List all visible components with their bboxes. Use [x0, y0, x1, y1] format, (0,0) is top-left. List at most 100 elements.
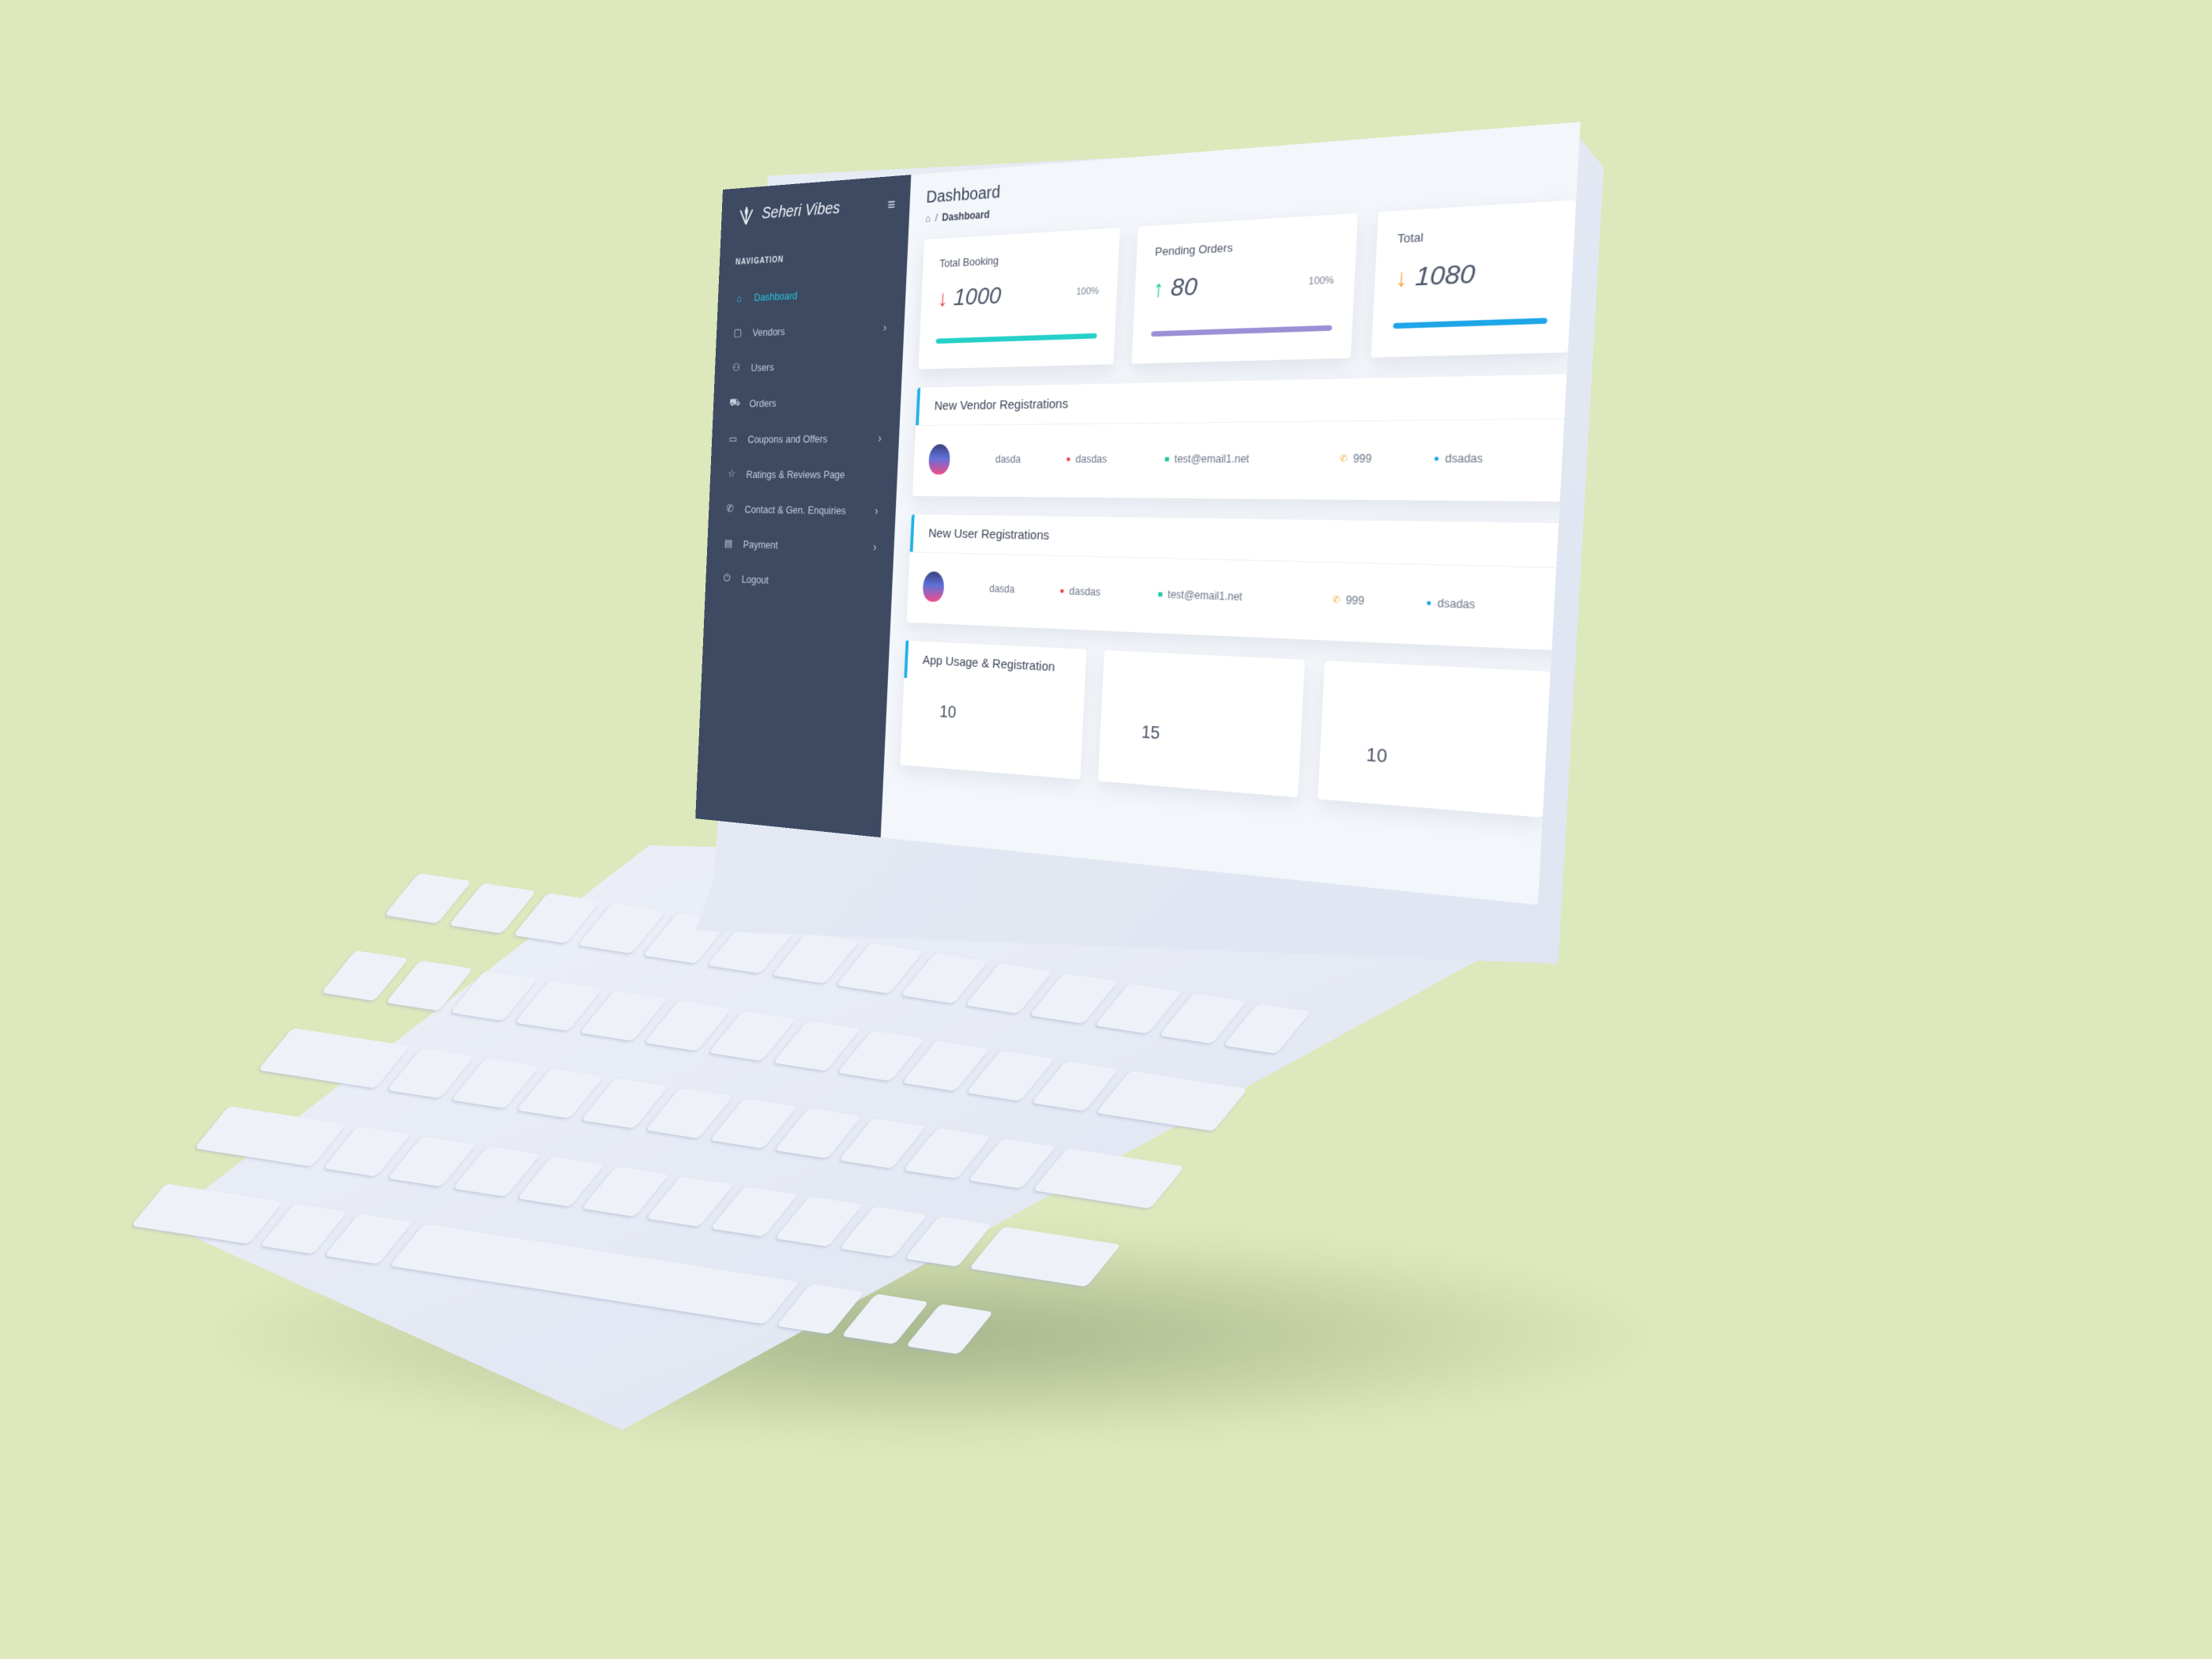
star-icon: ☆: [727, 467, 736, 480]
sidebar-item-label: Users: [750, 360, 775, 374]
user-icon: ⚇: [732, 361, 741, 374]
scene: Seheri Vibes ≡ NAVIGATION ⌂ Dashboard ▢ …: [0, 0, 2212, 1659]
chevron-right-icon: ›: [875, 503, 879, 517]
stat-progress-bar: [1392, 318, 1548, 329]
cart-icon: ⛟: [728, 396, 741, 408]
sidebar-item-label: Contact & Gen. Enquiries: [744, 502, 847, 517]
brand-name: Seheri Vibes: [761, 198, 841, 223]
sidebar-item-orders[interactable]: ⛟ Orders: [713, 382, 901, 422]
stat-card-total: Total ↓ 1080: [1370, 199, 1577, 358]
breadcrumb-separator: /: [935, 212, 939, 224]
sidebar-item-label: Orders: [749, 397, 777, 409]
sidebar-item-coupons[interactable]: ▭ Coupons and Offers ›: [711, 419, 900, 457]
user-field: dasdas: [1069, 585, 1101, 599]
user-email: test@email1.net: [1167, 588, 1243, 604]
stat-progress-bar: [1150, 325, 1332, 337]
table-row[interactable]: dasda ● dasdas ■ test@email1.net ✆ 999 ● dsa…: [912, 416, 1581, 504]
mail-icon: ■: [1164, 453, 1170, 465]
app-usage-card-3: 10: [1318, 660, 1551, 818]
app-usage-card: App Usage & Registration 10: [900, 640, 1087, 780]
avatar: [922, 571, 945, 603]
stats-row: Total Booking ↓ 1000 100% Pending Orders: [918, 199, 1577, 370]
stat-progress-bar: [935, 333, 1097, 344]
stat-progress-fill: [1392, 318, 1548, 329]
app-usage-row: App Usage & Registration 10 15 10: [900, 640, 1551, 818]
avatar: [928, 444, 951, 475]
arrow-down-icon: ↓: [1394, 262, 1409, 292]
sidebar-item-label: Vendors: [752, 325, 785, 339]
breadcrumb-current: Dashboard: [942, 208, 990, 224]
vendor-phone: 999: [1352, 452, 1372, 465]
mail-icon: ■: [1157, 589, 1164, 600]
phone-icon: ✆: [726, 502, 735, 515]
chart-tick-label: 15: [1141, 722, 1161, 744]
home-icon: ⌂: [736, 292, 743, 305]
store-icon: ▢: [733, 325, 743, 339]
card-icon: ▤: [724, 536, 733, 550]
stat-card-pending-orders: Pending Orders ↑ 80 100%: [1131, 213, 1358, 364]
leaf-logo-icon: [737, 203, 755, 227]
stat-percent: 100%: [1075, 285, 1100, 298]
location-icon: ●: [1433, 453, 1440, 465]
sidebar-item-ratings[interactable]: ☆ Ratings & Reviews Page: [709, 456, 898, 492]
stat-card-total-booking: Total Booking ↓ 1000 100%: [918, 228, 1120, 370]
chevron-right-icon: ›: [872, 540, 878, 554]
phone-icon: ✆: [1339, 453, 1349, 465]
key: [194, 1105, 347, 1167]
key: [1032, 1148, 1185, 1209]
sidebar-item-label: Dashboard: [754, 289, 798, 304]
location-icon: ●: [1425, 597, 1432, 609]
menu-toggle-icon[interactable]: ≡: [887, 195, 896, 213]
laptop-screen: Seheri Vibes ≡ NAVIGATION ⌂ Dashboard ▢ …: [695, 122, 1581, 905]
sidebar-item-vendors[interactable]: ▢ Vendors ›: [716, 308, 905, 351]
stat-value: 1080: [1414, 258, 1477, 292]
sidebar-item-contact[interactable]: ✆ Contact & Gen. Enquiries ›: [708, 491, 896, 529]
pin-icon: ●: [1066, 454, 1071, 465]
sidebar-item-label: Logout: [741, 573, 769, 586]
chart-title: App Usage & Registration: [904, 640, 1087, 689]
main-content: Dashboard ⌂ / Dashboard Total Booking ↓ …: [881, 122, 1581, 905]
sidebar-item-label: Payment: [743, 537, 778, 551]
sidebar-item-users[interactable]: ⚇ Users: [714, 344, 903, 386]
arrow-down-icon: ↓: [937, 284, 949, 311]
key: [1095, 1070, 1248, 1132]
chart-tick-label: 10: [939, 702, 957, 723]
stat-value: 80: [1170, 272, 1198, 302]
app-usage-card-2: 15: [1097, 649, 1306, 798]
pin-icon: ●: [1059, 585, 1065, 596]
vendor-field: dasdas: [1075, 453, 1108, 465]
stat-progress-fill: [935, 333, 1097, 344]
key: [131, 1183, 284, 1244]
user-registrations-panel: New User Registrations dasda ● dasdas ■ te…: [906, 514, 1581, 660]
user-phone: 999: [1345, 593, 1365, 608]
arrow-up-icon: ↑: [1153, 274, 1165, 302]
vendor-email: test@email1.net: [1174, 452, 1250, 465]
power-icon: ⏻: [723, 571, 731, 585]
phone-icon: ✆: [1332, 594, 1341, 606]
home-icon[interactable]: ⌂: [925, 213, 931, 224]
vendor-name: dasda: [995, 453, 1021, 465]
stat-label: Total Booking: [939, 254, 999, 270]
sidebar: Seheri Vibes ≡ NAVIGATION ⌂ Dashboard ▢ …: [695, 175, 912, 838]
chevron-right-icon: ›: [878, 431, 882, 445]
stat-value: 1000: [953, 281, 1003, 310]
stat-progress-fill: [1150, 325, 1332, 337]
vendor-location: dsadas: [1444, 451, 1484, 465]
sidebar-item-logout[interactable]: ⏻ Logout: [705, 560, 893, 602]
user-name: dasda: [988, 582, 1015, 596]
stat-label: Total: [1397, 230, 1424, 246]
user-location: dsadas: [1437, 596, 1476, 611]
sidebar-item-payment[interactable]: ▤ Payment ›: [707, 525, 895, 565]
sidebar-item-label: Ratings & Reviews Page: [746, 468, 845, 481]
chevron-right-icon: ›: [882, 320, 887, 334]
key: [258, 1028, 410, 1089]
screen-wrap: Seheri Vibes ≡ NAVIGATION ⌂ Dashboard ▢ …: [695, 122, 1581, 905]
sidebar-item-label: Coupons and Offers: [747, 432, 828, 446]
panel-title: New Vendor Registrations: [916, 369, 1581, 426]
chart-tick-label: 10: [1365, 745, 1388, 768]
file-icon: ▭: [728, 432, 738, 445]
stat-percent: 100%: [1307, 275, 1335, 288]
stat-label: Pending Orders: [1154, 240, 1233, 259]
vendor-registrations-panel: New Vendor Registrations dasda ● dasdas ■…: [912, 369, 1581, 504]
table-row[interactable]: dasda ● dasdas ■ test@email1.net ✆ 999 ● dsa…: [906, 551, 1581, 660]
